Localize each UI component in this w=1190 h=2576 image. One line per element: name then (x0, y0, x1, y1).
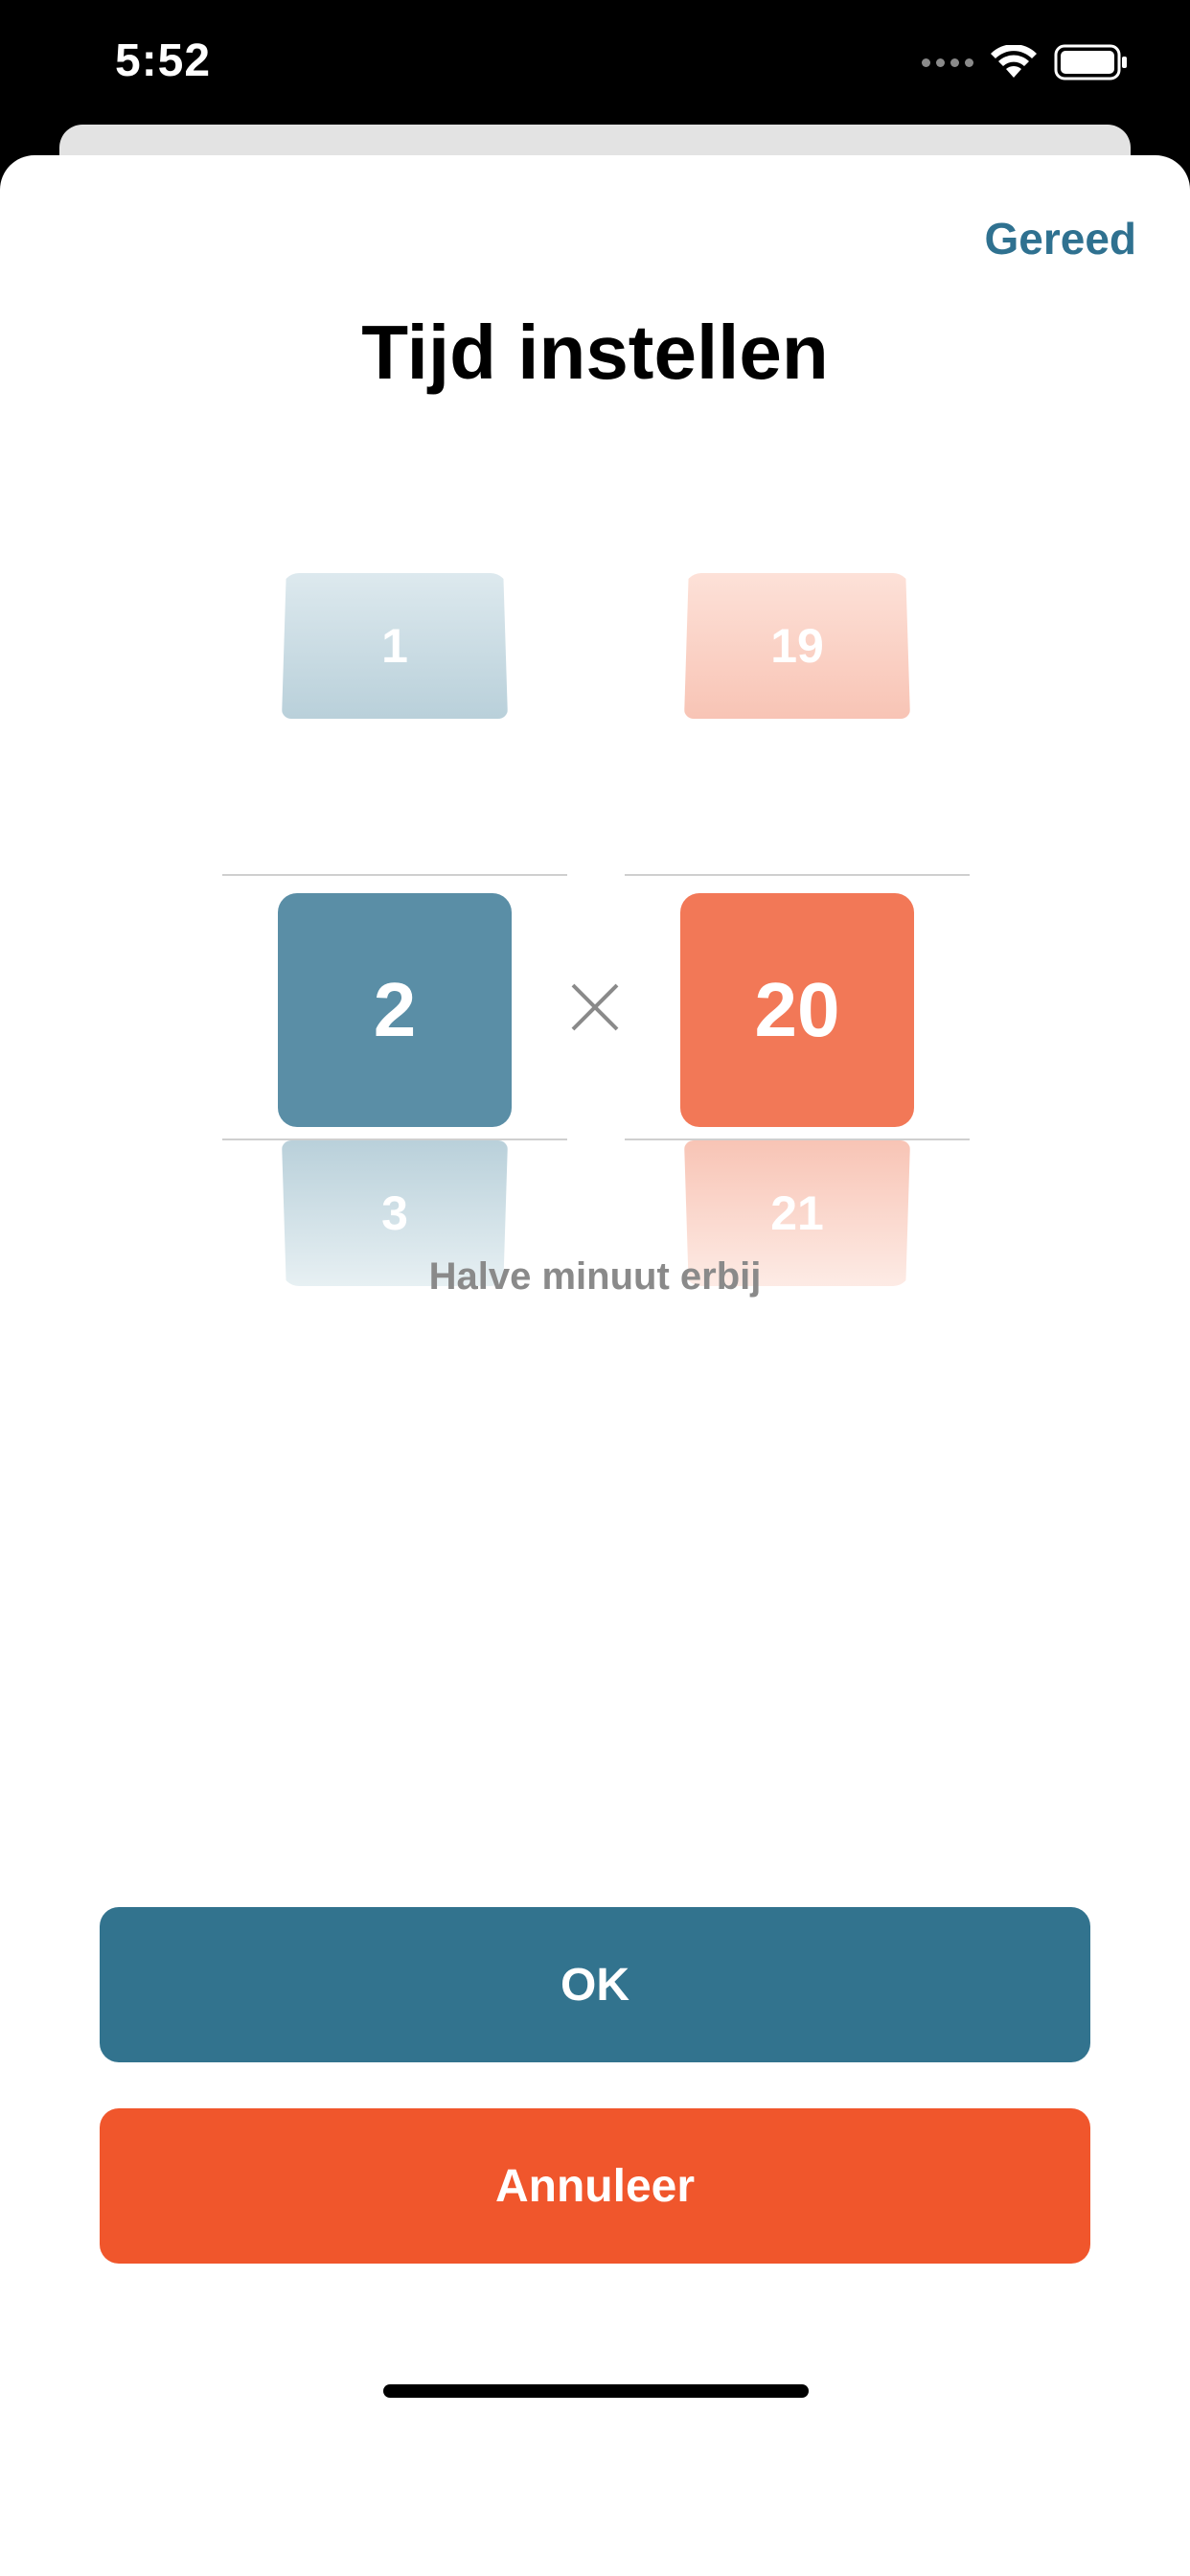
picker-caption: Halve minuut erbij (428, 1255, 762, 1298)
cellular-signal-icon (922, 58, 973, 67)
home-indicator[interactable] (383, 2384, 809, 2398)
ok-button[interactable]: OK (100, 1907, 1090, 2062)
status-bar: 5:52 (0, 0, 1190, 125)
picker-option-selected[interactable]: 2 (278, 893, 512, 1127)
multiply-icon (571, 983, 619, 1031)
seconds-picker[interactable]: 19 20 21 (625, 573, 970, 1286)
picker-option-prev[interactable]: 19 (684, 573, 910, 719)
divider (625, 874, 970, 876)
picker-option-selected[interactable]: 20 (680, 893, 914, 1127)
status-icons (922, 44, 1129, 80)
status-time: 5:52 (115, 35, 212, 86)
cancel-button[interactable]: Annuleer (100, 2108, 1090, 2264)
battery-icon (1054, 44, 1127, 80)
count-picker[interactable]: 1 2 3 (222, 573, 567, 1286)
done-button[interactable]: Gereed (984, 213, 1136, 264)
divider (222, 1138, 567, 1140)
picker-option-prev[interactable]: 1 (282, 573, 508, 719)
wifi-icon (991, 45, 1037, 78)
divider (222, 874, 567, 876)
divider (625, 1138, 970, 1140)
app-screen: 5:52 Gereed Tijd instellen 1 2 3 19 20 2… (0, 0, 1190, 2576)
page-title: Tijd instellen (361, 310, 829, 395)
